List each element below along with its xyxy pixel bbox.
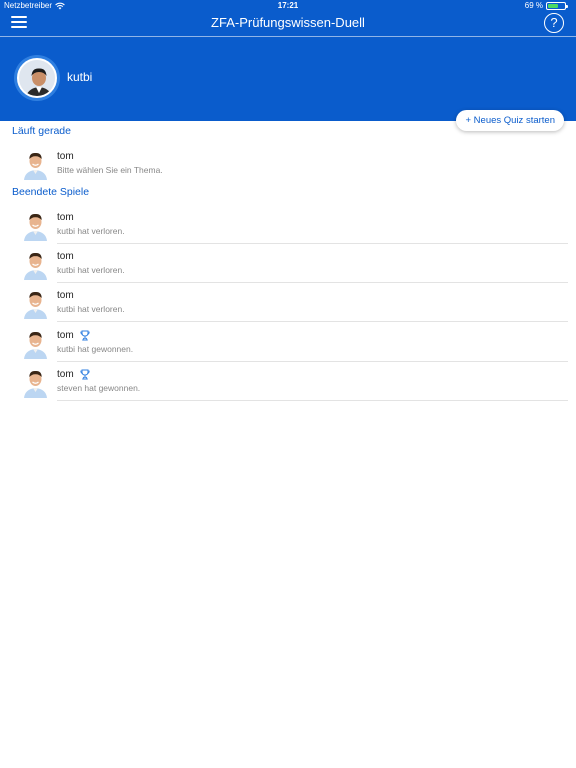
game-status: Bitte wählen Sie ein Thema. <box>57 165 163 175</box>
help-button[interactable]: ? <box>544 13 564 33</box>
opponent-avatar-icon <box>22 325 49 359</box>
opponent-avatar-icon <box>22 247 49 281</box>
finished-game-row[interactable]: tom kutbi hat verloren. <box>22 205 568 244</box>
game-result: kutbi hat verloren. <box>57 226 125 236</box>
section-title-finished: Beendete Spiele <box>12 186 90 198</box>
profile-avatar[interactable] <box>17 58 57 98</box>
battery-icon <box>546 1 568 10</box>
game-result: kutbi hat verloren. <box>57 265 125 276</box>
finished-game-row[interactable]: tom kutbi hat verloren. <box>22 283 568 323</box>
opponent-avatar-icon <box>22 147 49 180</box>
header: Netzbetreiber 17:21 69 % ZFA-Prüfungswis… <box>0 0 576 121</box>
battery-fill <box>548 3 559 8</box>
opponent-avatar <box>22 286 49 320</box>
opponent-avatar <box>22 364 49 398</box>
clock: 17:21 <box>277 1 299 10</box>
game-result: kutbi hat verloren. <box>57 304 125 315</box>
status-bar: Netzbetreiber 17:21 69 % <box>0 0 576 12</box>
finished-game-row[interactable]: tom kutbi hat gewonnen. <box>22 323 568 362</box>
opponent-avatar-icon <box>22 208 49 241</box>
finished-game-row[interactable]: tom kutbi hat verloren. <box>22 244 568 284</box>
opponent-avatar <box>22 208 49 241</box>
opponent-name: tom <box>57 290 74 302</box>
opponent-avatar-icon <box>22 364 49 398</box>
opponent-name: tom <box>57 329 74 341</box>
opponent-name: tom <box>57 151 74 162</box>
user-avatar-icon <box>19 60 55 96</box>
opponent-name: tom <box>57 368 74 380</box>
opponent-avatar <box>22 247 49 281</box>
profile-username: kutbi <box>67 70 93 84</box>
game-result: kutbi hat gewonnen. <box>57 343 134 354</box>
page-title: ZFA-Prüfungswissen-Duell <box>211 15 365 30</box>
battery-group: 69 % <box>524 1 568 10</box>
opponent-name: tom <box>57 212 74 223</box>
section-title-running: Läuft gerade <box>12 125 71 137</box>
opponent-avatar <box>22 325 49 359</box>
row-divider <box>57 399 568 401</box>
trophy-icon <box>80 330 90 341</box>
finished-game-row[interactable]: tom steven hat gewonnen. <box>22 362 568 401</box>
new-quiz-button[interactable]: + Neues Quiz starten <box>456 110 564 131</box>
running-game-row[interactable]: tom Bitte wählen Sie ein Thema. <box>22 144 568 183</box>
battery-percent: 69 % <box>524 1 543 10</box>
opponent-name: tom <box>57 251 74 263</box>
navigation-bar: ZFA-Prüfungswissen-Duell ? <box>0 12 576 37</box>
opponent-avatar <box>22 147 49 180</box>
trophy-icon <box>80 369 90 380</box>
opponent-avatar-icon <box>22 286 49 320</box>
game-result: steven hat gewonnen. <box>57 382 141 393</box>
